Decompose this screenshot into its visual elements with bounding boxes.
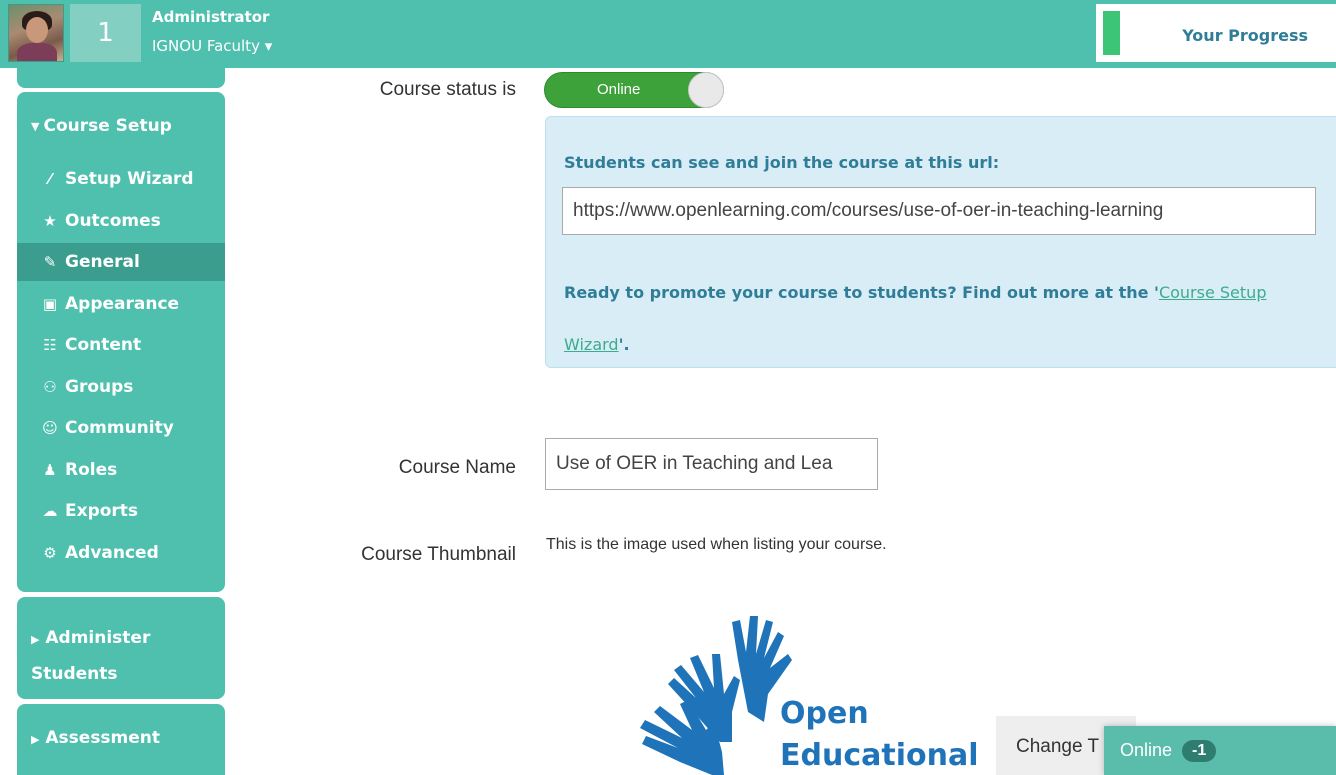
- course-url-info: Students can see and join the course at …: [545, 116, 1336, 368]
- course-setup-title: Course Setup: [43, 116, 172, 136]
- sidebar-item-label: Roles: [65, 459, 118, 480]
- sidebar-item-setup-wizard[interactable]: ⁄ Setup Wizard: [17, 160, 225, 198]
- toggle-text: Online: [597, 81, 641, 98]
- toggle-knob[interactable]: [688, 72, 724, 108]
- online-chat-bar[interactable]: Online -1: [1104, 726, 1336, 775]
- sidebar-item-label: General: [65, 252, 140, 272]
- user-role: Administrator: [152, 8, 270, 26]
- course-name-field[interactable]: [545, 438, 878, 490]
- magic-wand-icon: ⁄: [48, 170, 52, 188]
- top-bar: 1 Administrator IGNOU Faculty ▾ Your Pro…: [0, 0, 1336, 68]
- logo-text-educational: Educational: [780, 738, 979, 773]
- promo-suffix: '.: [618, 335, 630, 354]
- progress-fill: [1103, 11, 1120, 55]
- logo-text-open: Open: [780, 696, 869, 731]
- avatar-face: [26, 17, 48, 43]
- course-setup-toggle[interactable]: ▼ Course Setup: [31, 116, 172, 136]
- sidebar-administer-students[interactable]: ▶ Administer Students: [17, 597, 225, 699]
- thumbnail-description: This is the image used when listing your…: [546, 536, 887, 553]
- user-org-dropdown[interactable]: IGNOU Faculty ▾: [152, 37, 272, 55]
- sidebar-item-general[interactable]: ✎ General: [17, 243, 225, 281]
- course-thumbnail-image[interactable]: Open Educational: [620, 612, 980, 775]
- course-status-toggle[interactable]: Online: [544, 72, 724, 108]
- assessment-title[interactable]: ▶ Assessment: [31, 728, 160, 748]
- sidebar-assessment[interactable]: ▶ Assessment: [17, 704, 225, 775]
- course-thumbnail-label: Course Thumbnail: [361, 544, 516, 565]
- promo-prefix: Ready to promote your course to students…: [564, 283, 1159, 302]
- sidebar-course-setup: ▼ Course Setup ⁄ Setup Wizard ★ Outcomes ✎ Ge…: [17, 92, 225, 592]
- sitemap-icon: ☷: [43, 336, 57, 354]
- sidebar-item-label: Setup Wizard: [65, 169, 194, 189]
- caret-right-icon: ▶: [31, 633, 40, 646]
- smile-icon: ☺: [42, 419, 58, 437]
- sidebar-item-exports[interactable]: ☁ Exports: [17, 492, 225, 530]
- sidebar-item-label: Groups: [65, 376, 134, 397]
- sidebar-item-label: Community: [65, 418, 174, 438]
- promo-text: Ready to promote your course to students…: [564, 267, 1324, 371]
- sidebar-item-label: Advanced: [65, 542, 159, 563]
- administer-label-line2: Students: [31, 664, 118, 684]
- sidebar-item-groups[interactable]: ⚇ Groups: [17, 368, 225, 406]
- users-icon: ⚇: [43, 377, 57, 396]
- cloud-upload-icon: ☁: [42, 502, 58, 520]
- course-name-label: Course Name: [398, 457, 516, 478]
- image-icon: ▣: [42, 294, 58, 313]
- assessment-label: Assessment: [45, 728, 161, 748]
- avatar[interactable]: [8, 4, 64, 62]
- sidebar-item-roles[interactable]: ♟ Roles: [17, 451, 225, 489]
- sidebar-item-label: Outcomes: [65, 210, 161, 231]
- chat-count-badge: -1: [1182, 739, 1217, 762]
- progress-widget[interactable]: Your Progress: [1096, 4, 1336, 62]
- sidebar-item-advanced[interactable]: ⚙ Advanced: [17, 534, 225, 572]
- sidebar-item-appearance[interactable]: ▣ Appearance: [17, 285, 225, 323]
- progress-label: Your Progress: [1182, 26, 1308, 45]
- administer-label-line1: Administer: [45, 628, 151, 648]
- sidebar-top-panel: [17, 68, 225, 88]
- edit-icon: ✎: [43, 253, 57, 271]
- course-url-field[interactable]: [562, 187, 1316, 235]
- cogs-icon: ⚙: [43, 543, 57, 562]
- avatar-body: [17, 43, 57, 61]
- star-icon: ★: [43, 211, 57, 230]
- sidebar-item-label: Exports: [65, 501, 139, 521]
- course-status-label: Course status is: [379, 79, 516, 100]
- caret-down-icon: ▼: [31, 119, 40, 133]
- caret-right-icon: ▶: [31, 733, 40, 746]
- sidebar-item-community[interactable]: ☺ Community: [17, 409, 225, 447]
- sidebar-item-label: Content: [65, 335, 142, 355]
- user-icon: ♟: [43, 460, 57, 479]
- sidebar-item-label: Appearance: [65, 293, 180, 314]
- info-heading: Students can see and join the course at …: [564, 153, 1000, 172]
- administer-students-title[interactable]: ▶ Administer Students: [31, 621, 150, 691]
- notification-count[interactable]: 1: [70, 4, 141, 62]
- sidebar-item-outcomes[interactable]: ★ Outcomes: [17, 202, 225, 240]
- sidebar-item-content[interactable]: ☷ Content: [17, 326, 225, 364]
- chat-status-label: Online: [1120, 740, 1173, 760]
